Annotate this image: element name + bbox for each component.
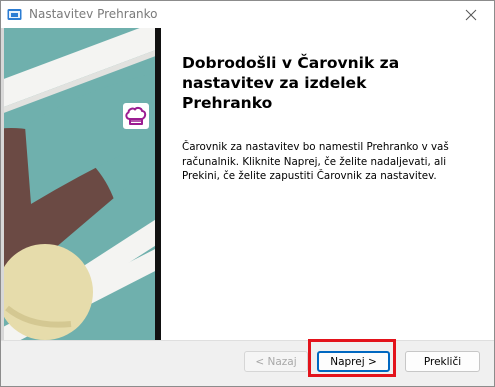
wizard-banner-image bbox=[1, 28, 161, 340]
back-button[interactable]: < Nazaj bbox=[244, 351, 308, 372]
window-title: Nastavitev Prehranko bbox=[29, 7, 158, 21]
close-icon[interactable] bbox=[465, 9, 477, 21]
setup-window: Nastavitev Prehranko Dobrodošli v Čarovn… bbox=[0, 0, 495, 387]
button-bar: < Nazaj Naprej > Prekliči bbox=[1, 340, 494, 386]
close-button[interactable] bbox=[448, 1, 494, 28]
title-bar: Nastavitev Prehranko bbox=[1, 1, 494, 28]
welcome-description: Čarovnik za nastavitev bo namestil Prehr… bbox=[182, 141, 449, 182]
next-button[interactable]: Naprej > bbox=[317, 351, 390, 372]
installer-icon bbox=[7, 9, 22, 20]
wizard-content: Dobrodošli v Čarovnik za nastavitev za i… bbox=[1, 28, 494, 340]
welcome-heading: Dobrodošli v Čarovnik za nastavitev za i… bbox=[182, 54, 400, 112]
chef-hat-icon bbox=[123, 103, 149, 129]
cancel-button[interactable]: Prekliči bbox=[405, 351, 480, 372]
